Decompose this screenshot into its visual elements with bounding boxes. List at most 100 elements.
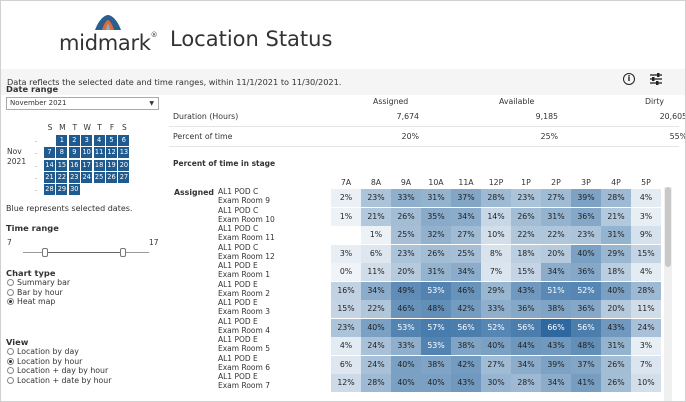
heatmap-cell[interactable]: 23%: [391, 244, 421, 263]
heatmap-cell[interactable]: 3%: [631, 207, 661, 226]
heatmap-cell[interactable]: [331, 226, 361, 244]
heatmap-cell[interactable]: 20%: [541, 244, 571, 263]
heatmap-cell[interactable]: 26%: [601, 374, 631, 392]
heatmap-cell[interactable]: 42%: [451, 355, 481, 374]
heatmap-cell[interactable]: 20%: [601, 300, 631, 318]
heatmap-cell[interactable]: 9%: [631, 226, 661, 244]
calendar-day[interactable]: 13: [118, 147, 130, 159]
heatmap-cell[interactable]: 27%: [451, 226, 481, 244]
heatmap-cell[interactable]: 31%: [601, 226, 631, 244]
time-range-end-handle[interactable]: [120, 248, 126, 257]
heatmap-cell[interactable]: 40%: [601, 281, 631, 300]
heatmap-cell[interactable]: 34%: [451, 207, 481, 226]
calendar-day[interactable]: 26: [106, 171, 117, 183]
heatmap-cell[interactable]: 18%: [601, 263, 631, 281]
heatmap-cell[interactable]: 33%: [481, 300, 511, 318]
heatmap-cell[interactable]: 28%: [361, 374, 391, 392]
heatmap-cell[interactable]: 25%: [391, 226, 421, 244]
heatmap-cell[interactable]: 1%: [331, 207, 361, 226]
heatmap-cell[interactable]: 56%: [451, 318, 481, 337]
heatmap-cell[interactable]: 56%: [571, 318, 601, 337]
heatmap-cell[interactable]: 27%: [481, 355, 511, 374]
view-option[interactable]: Location + day by hour: [7, 366, 108, 376]
heatmap-cell[interactable]: 39%: [571, 189, 601, 207]
calendar-day[interactable]: 22: [56, 171, 68, 183]
heatmap-cell[interactable]: 35%: [421, 207, 451, 226]
calendar-day[interactable]: 9: [68, 147, 80, 159]
heatmap-cell[interactable]: 6%: [361, 244, 391, 263]
calendar-day[interactable]: 30: [68, 184, 80, 196]
heatmap-cell[interactable]: 16%: [331, 281, 361, 300]
heatmap-cell[interactable]: 26%: [421, 244, 451, 263]
heatmap-cell[interactable]: 43%: [541, 337, 571, 355]
heatmap-cell[interactable]: 57%: [421, 318, 451, 337]
heatmap-cell[interactable]: 51%: [541, 281, 571, 300]
heatmap-cell[interactable]: 31%: [421, 189, 451, 207]
calendar-day[interactable]: 12: [106, 147, 117, 159]
calendar-day[interactable]: 4: [93, 135, 105, 146]
calendar-day[interactable]: 5: [106, 135, 117, 146]
calendar-day[interactable]: 3: [81, 135, 93, 146]
time-range-start-handle[interactable]: [42, 248, 48, 257]
heatmap-cell[interactable]: 1%: [361, 226, 391, 244]
heatmap-cell[interactable]: 52%: [571, 281, 601, 300]
heatmap-cell[interactable]: 8%: [481, 244, 511, 263]
heatmap-cell[interactable]: 43%: [451, 374, 481, 392]
heatmap-cell[interactable]: 56%: [511, 318, 541, 337]
calendar-day[interactable]: 8: [56, 147, 68, 159]
heatmap-cell[interactable]: 34%: [451, 263, 481, 281]
heatmap-cell[interactable]: 23%: [361, 189, 391, 207]
heatmap-cell[interactable]: 48%: [421, 300, 451, 318]
heatmap-cell[interactable]: 29%: [601, 244, 631, 263]
heatmap-cell[interactable]: 11%: [361, 263, 391, 281]
heatmap-cell[interactable]: 46%: [391, 300, 421, 318]
heatmap-cell[interactable]: 21%: [361, 207, 391, 226]
heatmap-cell[interactable]: 6%: [331, 355, 361, 374]
heatmap-cell[interactable]: 26%: [601, 355, 631, 374]
heatmap-cell[interactable]: 24%: [361, 355, 391, 374]
heatmap-cell[interactable]: 36%: [511, 300, 541, 318]
calendar-day[interactable]: 19: [106, 159, 117, 171]
heatmap-cell[interactable]: 33%: [391, 337, 421, 355]
heatmap-cell[interactable]: 15%: [511, 263, 541, 281]
heatmap-cell[interactable]: 34%: [511, 355, 541, 374]
heatmap-cell[interactable]: 0%: [331, 263, 361, 281]
heatmap-cell[interactable]: 66%: [541, 318, 571, 337]
heatmap-cell[interactable]: 40%: [571, 244, 601, 263]
heatmap-cell[interactable]: 26%: [391, 207, 421, 226]
calendar-day[interactable]: 10: [81, 147, 93, 159]
view-option[interactable]: Location by day: [7, 347, 79, 357]
heatmap-cell[interactable]: 40%: [391, 374, 421, 392]
info-circle-icon[interactable]: i: [623, 73, 635, 85]
calendar-day[interactable]: 21: [44, 171, 55, 183]
sliders-icon[interactable]: [649, 72, 663, 86]
calendar-day[interactable]: 6: [118, 135, 130, 146]
heatmap-cell[interactable]: 22%: [541, 226, 571, 244]
heatmap-cell[interactable]: 31%: [421, 263, 451, 281]
heatmap-cell[interactable]: 53%: [391, 318, 421, 337]
chart-type-option[interactable]: Summary bar: [7, 278, 70, 288]
heatmap-cell[interactable]: 23%: [571, 226, 601, 244]
heatmap-cell[interactable]: 44%: [511, 337, 541, 355]
calendar-day[interactable]: 18: [93, 159, 105, 171]
heatmap-cell[interactable]: 34%: [361, 281, 391, 300]
heatmap-cell[interactable]: 10%: [631, 374, 661, 392]
heatmap-cell[interactable]: 15%: [631, 244, 661, 263]
heatmap-cell[interactable]: 34%: [541, 374, 571, 392]
heatmap-cell[interactable]: 15%: [331, 300, 361, 318]
heatmap-cell[interactable]: 14%: [481, 207, 511, 226]
heatmap-cell[interactable]: 22%: [361, 300, 391, 318]
heatmap-cell[interactable]: 32%: [421, 226, 451, 244]
heatmap-cell[interactable]: 28%: [481, 189, 511, 207]
heatmap-cell[interactable]: 28%: [631, 281, 661, 300]
calendar-day[interactable]: 2: [68, 135, 80, 146]
view-option[interactable]: Location + date by hour: [7, 376, 111, 386]
heatmap-cell[interactable]: 24%: [361, 337, 391, 355]
calendar-day[interactable]: 27: [118, 171, 130, 183]
calendar-day[interactable]: 11: [93, 147, 105, 159]
calendar-day[interactable]: 14: [44, 159, 55, 171]
heatmap-cell[interactable]: 53%: [421, 281, 451, 300]
calendar-day[interactable]: 24: [81, 171, 93, 183]
heatmap-cell[interactable]: 43%: [511, 281, 541, 300]
heatmap-cell[interactable]: 48%: [571, 337, 601, 355]
